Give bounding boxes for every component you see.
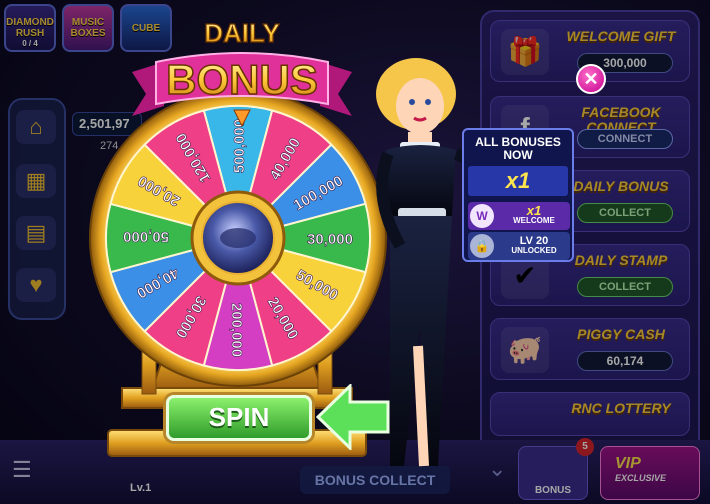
item-title: RNC LOTTERY — [571, 400, 671, 416]
welcome-badge-icon: W — [470, 204, 494, 228]
list-item-piggy-cash[interactable]: 🐖 PIGGY CASH 60,174 — [490, 318, 690, 380]
connect-button[interactable]: CONNECT — [577, 129, 673, 149]
collect-button[interactable]: COLLECT — [577, 277, 673, 297]
bonus-count-badge: 5 — [576, 438, 594, 456]
bonus-button[interactable]: BONUS — [518, 446, 588, 500]
game-tile-diamond-rush[interactable]: DIAMOND RUSH 0 / 4 — [4, 4, 56, 52]
item-title: DAILY BONUS — [573, 178, 669, 194]
welcome-label: WELCOME — [513, 216, 555, 225]
item-value: 60,174 — [577, 351, 673, 371]
spin-button[interactable]: SPIN — [166, 395, 312, 441]
game-tile-music-boxes[interactable]: MUSIC BOXES — [62, 4, 114, 52]
home-icon[interactable]: ⌂ — [16, 110, 56, 144]
item-title: WELCOME GIFT — [566, 28, 676, 44]
wheel-segment-label: 50,000 — [123, 228, 169, 245]
tile-label: MUSIC BOXES — [70, 17, 106, 39]
wheel-segment-label: 30,000 — [307, 231, 353, 248]
level-unlock-row: 🔒 LV 20 UNLOCKED — [468, 232, 570, 260]
title-bonus: BONUS — [166, 56, 318, 103]
list-item-rnc-lottery[interactable]: RNC LOTTERY — [490, 392, 690, 436]
gift-icon: 🎁 — [501, 29, 549, 75]
level-label: LV 20 — [519, 235, 549, 247]
prize-wheel[interactable]: 500,000 40,000100,00030,00050,00020,00020… — [88, 88, 388, 388]
all-bonuses-heading: ALL BONUSES NOW — [475, 135, 561, 162]
close-button[interactable]: ✕ — [576, 64, 606, 94]
wheel-segment-label: 500,000 — [231, 119, 248, 173]
menu-icon[interactable]: ☰ — [12, 456, 44, 484]
vip-label: VIP — [615, 455, 641, 472]
player-level: Lv.1 — [130, 482, 152, 494]
welcome-mult: x1 — [526, 203, 542, 218]
lock-icon: 🔒 — [470, 234, 494, 258]
vip-exclusive-button[interactable]: VIP EXCLUSIVE — [600, 446, 700, 500]
collect-button[interactable]: COLLECT — [577, 203, 673, 223]
bonus-multiplier: x1 — [468, 166, 568, 196]
wheel-pointer — [233, 109, 251, 126]
stats-icon[interactable]: ▦ — [16, 164, 56, 198]
vip-sub: EXCLUSIVE — [615, 473, 667, 483]
item-title: PIGGY CASH — [577, 326, 665, 342]
level-sub: UNLOCKED — [511, 246, 557, 255]
wheel-segment-label: 200,000 — [228, 303, 245, 357]
welcome-multiplier-row: W x1 WELCOME — [468, 202, 570, 230]
arrow-left-icon — [316, 384, 390, 450]
item-title: DAILY STAMP — [574, 252, 668, 268]
game-screen: DIAMOND RUSH 0 / 4 MUSIC BOXES CUBE ⌂ ▦ … — [0, 0, 710, 504]
heart-icon[interactable]: ♥ — [16, 268, 56, 302]
title-daily: DAILY — [204, 18, 280, 48]
piggy-bank-icon: 🐖 — [501, 327, 549, 373]
tile-sub: 0 / 4 — [22, 39, 38, 48]
tile-label: DIAMOND RUSH — [6, 17, 54, 39]
cards-icon[interactable]: ▤ — [16, 216, 56, 250]
daily-bonus-banner: DAILY BONUS — [132, 18, 352, 126]
all-bonuses-box: ALL BONUSES NOW x1 W x1 WELCOME 🔒 LV 20 UN… — [462, 128, 574, 262]
bonus-label: BONUS — [534, 485, 572, 496]
